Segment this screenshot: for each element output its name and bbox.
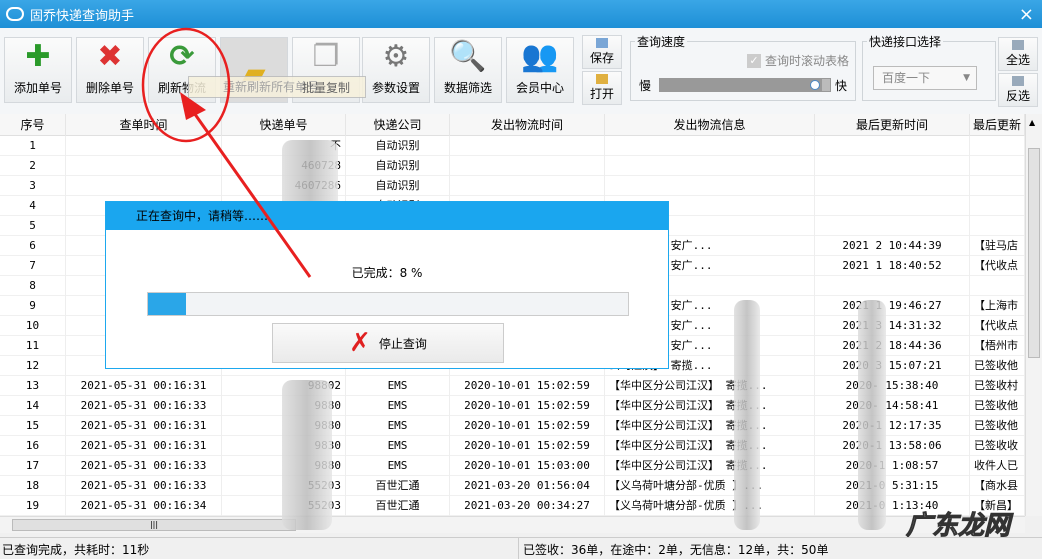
annotation-circle — [141, 27, 231, 143]
arrow-head-icon — [180, 92, 206, 120]
annotation-arrow — [190, 109, 312, 278]
button-label: 批量复制 — [301, 81, 350, 95]
annotation-overlay — [141, 27, 312, 278]
